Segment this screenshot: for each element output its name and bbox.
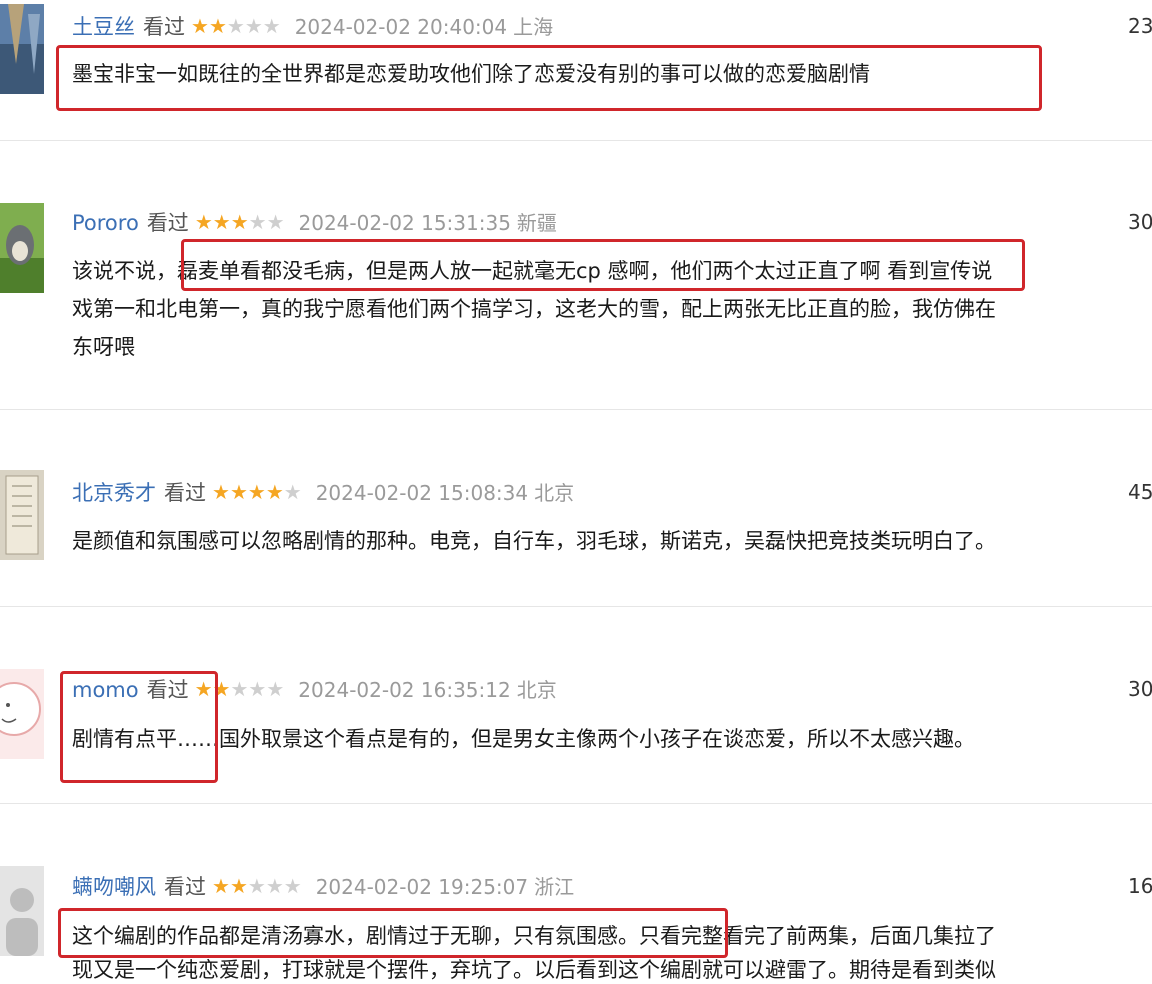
vote-count[interactable]: 16 (1128, 872, 1152, 900)
star-filled-icon: ★ (229, 480, 248, 504)
star-empty-icon: ★ (230, 677, 249, 701)
star-empty-icon: ★ (244, 14, 263, 38)
avatar[interactable] (0, 669, 44, 759)
star-empty-icon: ★ (226, 14, 245, 38)
watch-status: 看过 (146, 211, 189, 235)
review-time: 2024-02-02 16:35:12 (298, 678, 511, 702)
highlight-box (58, 908, 728, 958)
star-empty-icon: ★ (266, 677, 285, 701)
avatar[interactable] (0, 4, 44, 94)
vote-count[interactable]: 30 (1128, 675, 1152, 703)
review-time: 2024-02-02 15:08:34 (315, 481, 529, 505)
star-empty-icon: ★ (266, 210, 285, 234)
review-meta: 土豆丝 看过 ★★★★★ 2024-02-02 20:40:04 上海 (72, 12, 553, 41)
review-meta: 螨吻嘲风 看过 ★★★★★ 2024-02-02 19:25:07 浙江 (72, 872, 574, 901)
star-filled-icon: ★ (247, 480, 266, 504)
star-filled-icon: ★ (230, 210, 249, 234)
username-link[interactable]: 土豆丝 (72, 15, 135, 39)
review-item: 土豆丝 看过 ★★★★★ 2024-02-02 20:40:04 上海 23 墨宝非宝一… (0, 0, 1152, 140)
highlight-box (56, 45, 1042, 111)
rating-stars: ★★★★★ (212, 478, 302, 506)
review-item: 螨吻嘲风 看过 ★★★★★ 2024-02-02 19:25:07 浙江 16 这个编剧… (0, 804, 1152, 982)
username-link[interactable]: Pororo (72, 211, 139, 235)
review-location: 上海 (513, 15, 554, 39)
rating-stars: ★★★★★ (191, 12, 281, 40)
review-text-line: 东呀喂 (72, 335, 135, 359)
star-empty-icon: ★ (248, 677, 267, 701)
avatar[interactable] (0, 866, 44, 956)
review-location: 北京 (534, 481, 575, 505)
star-filled-icon: ★ (229, 874, 248, 898)
vote-count[interactable]: 45 (1128, 478, 1152, 506)
star-empty-icon: ★ (247, 874, 266, 898)
rating-stars: ★★★★★ (212, 872, 302, 900)
watch-status: 看过 (164, 481, 206, 505)
review-meta: 北京秀才 看过 ★★★★★ 2024-02-02 15:08:34 北京 (72, 478, 574, 507)
star-filled-icon: ★ (212, 480, 230, 504)
avatar[interactable] (0, 203, 44, 293)
review-time: 2024-02-02 15:31:35 (298, 211, 511, 235)
watch-status: 看过 (164, 875, 206, 899)
vote-count[interactable]: 23 (1128, 12, 1152, 40)
review-time: 2024-02-02 20:40:04 (294, 15, 508, 39)
review-location: 北京 (516, 678, 557, 702)
star-empty-icon: ★ (262, 14, 281, 38)
review-text-line: 戏第一和北电第一，真的我宁愿看他们两个搞学习，这老大的雪，配上两张无比正直的脸，… (72, 297, 996, 321)
highlight-box (181, 239, 1025, 291)
review-text-line: 是颜值和氛围感可以忽略剧情的那种。电竞，自行车，羽毛球，斯诺克，吴磊快把竞技类玩… (72, 529, 996, 553)
review-time: 2024-02-02 19:25:07 (315, 875, 529, 899)
username-link[interactable]: 螨吻嘲风 (72, 875, 156, 899)
watch-status: 看过 (143, 15, 185, 39)
star-filled-icon: ★ (265, 480, 284, 504)
review-location: 浙江 (534, 875, 575, 899)
star-filled-icon: ★ (191, 14, 209, 38)
review-location: 新疆 (516, 211, 557, 235)
review-item: Pororo 看过 ★★★★★ 2024-02-02 15:31:35 新疆 30 该说… (0, 141, 1152, 409)
review-meta: Pororo 看过 ★★★★★ 2024-02-02 15:31:35 新疆 (72, 208, 557, 237)
star-filled-icon: ★ (212, 210, 231, 234)
username-link[interactable]: 北京秀才 (72, 481, 156, 505)
star-empty-icon: ★ (248, 210, 267, 234)
highlight-box (60, 671, 218, 783)
star-empty-icon: ★ (283, 480, 302, 504)
star-empty-icon: ★ (283, 874, 302, 898)
avatar[interactable] (0, 470, 44, 560)
rating-stars: ★★★★★ (195, 208, 285, 236)
review-item: 北京秀才 看过 ★★★★★ 2024-02-02 15:08:34 北京 45 是颜值和… (0, 410, 1152, 606)
review-item: momo 看过 ★★★★★ 2024-02-02 16:35:12 北京 30 剧情有点… (0, 607, 1152, 803)
vote-count[interactable]: 30 (1128, 208, 1152, 236)
star-empty-icon: ★ (265, 874, 284, 898)
star-filled-icon: ★ (212, 874, 230, 898)
star-filled-icon: ★ (208, 14, 227, 38)
star-filled-icon: ★ (194, 210, 213, 234)
